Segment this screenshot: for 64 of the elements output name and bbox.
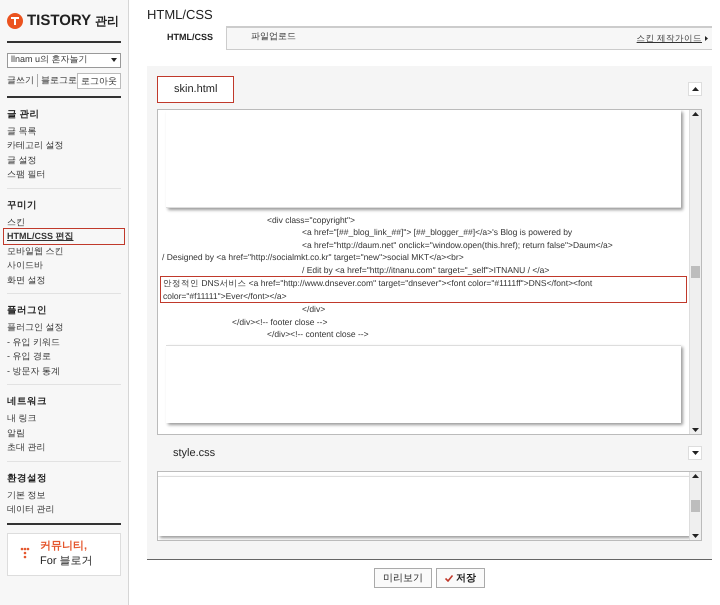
banner-title: 커뮤니티, <box>40 539 88 554</box>
sidebar-item[interactable]: 초대 관리 <box>7 440 121 454</box>
brand-suffix: 관리 <box>95 13 120 30</box>
sidebar-item[interactable]: 스킨 <box>7 214 121 229</box>
code-line: <a href="http://daum.net" onclick="window.open(this.href); return false">Daum</a> <box>301 238 614 251</box>
sidebar-section-title: 플러그인 <box>7 304 48 318</box>
scroll-thumb[interactable] <box>691 266 700 278</box>
sidebar-section-title: 글 관리 <box>7 108 41 122</box>
blog-select[interactable]: llnam u의 혼자놀기 <box>7 52 121 68</box>
code-editor[interactable] <box>157 108 702 434</box>
collapse-icon[interactable] <box>688 82 702 96</box>
sidebar-item[interactable]: 화면 설정 <box>7 272 121 287</box>
code-line: / Edit by <a href="http://itnanu.com" target="_self">ITNANU / </a> <box>301 264 550 276</box>
quick-link[interactable]: 블로그로 <box>38 74 77 88</box>
guide-link[interactable]: 스킨 제작가이드 <box>636 32 705 45</box>
code-line: </div> <box>301 303 326 316</box>
scroll-up-icon[interactable] <box>692 474 699 478</box>
community-banner[interactable]: 커뮤니티, For 블로거 <box>7 532 121 576</box>
sidebar-section-title: 꾸미기 <box>7 198 38 212</box>
sidebar-item[interactable]: 사이드바 <box>7 258 121 272</box>
sidebar-section-title: 환경설정 <box>7 472 48 486</box>
logo-icon <box>7 13 23 30</box>
scrollbar[interactable] <box>689 110 701 434</box>
sidebar-item[interactable]: 데이터 관리 <box>7 502 121 516</box>
logout-button[interactable]: 로그아웃 <box>77 72 121 88</box>
code-line: / Designed by <a href="http://socialmkt.co.kr" target="new">social MKT</a><br> <box>162 251 465 264</box>
sidebar-item[interactable]: 글 설정 <box>7 152 121 167</box>
sidebar-item[interactable]: 기본 정보 <box>7 488 121 502</box>
tab[interactable]: 파일업로드 <box>227 25 320 49</box>
sidebar-item[interactable]: - 유입 키워드 <box>7 334 121 349</box>
page-title: HTML/CSS <box>147 6 214 24</box>
expand-icon[interactable] <box>688 446 702 460</box>
sidebar-item[interactable]: 글 목록 <box>7 124 121 138</box>
sidebar-item[interactable]: 내 링크 <box>7 411 121 426</box>
sidebar-section-title: 네트워크 <box>7 395 48 409</box>
scroll-down-icon[interactable] <box>692 428 699 432</box>
sidebar-item[interactable]: 스팸 필터 <box>7 167 121 182</box>
preview-button[interactable]: 미리보기 <box>374 568 432 588</box>
sidebar-item[interactable]: HTML/CSS 편집 <box>4 229 124 244</box>
sidebar-item[interactable]: 알림 <box>7 426 121 440</box>
file-name: style.css <box>172 446 216 460</box>
code-line: <div class="copyright"> <box>266 214 356 226</box>
sidebar-item[interactable]: - 방문자 통계 <box>7 364 121 378</box>
scroll-down-icon[interactable] <box>692 534 699 538</box>
file-name: skin.html <box>157 76 234 102</box>
save-button[interactable]: 저장 <box>436 568 485 588</box>
sidebar-item[interactable]: 카테고리 설정 <box>7 138 121 152</box>
code-line: <a href="[##_blog_link_##]"> [##_blogger_##]</a>'s Blog is powered by <box>301 226 574 238</box>
dots-icon <box>20 547 30 561</box>
code-line: </div><!-- content close --> <box>266 328 370 340</box>
scroll-thumb[interactable] <box>691 500 700 512</box>
check-icon <box>445 574 453 582</box>
scroll-up-icon[interactable] <box>692 112 699 116</box>
banner-subtitle: For 블로거 <box>40 554 93 569</box>
brand-name: TISTORY <box>27 11 92 31</box>
sidebar-item[interactable]: - 유입 경로 <box>7 349 121 364</box>
dropdown-icon <box>111 58 117 62</box>
quick-link[interactable]: 글쓰기 <box>7 74 38 88</box>
sidebar-item[interactable]: 플러그인 설정 <box>7 320 121 334</box>
sidebar-item[interactable]: 모바일웹 스킨 <box>7 244 121 258</box>
caret-icon <box>705 36 708 41</box>
tab[interactable]: HTML/CSS <box>147 26 227 50</box>
code-line: </div><!-- footer close --> <box>231 316 328 328</box>
scrollbar[interactable] <box>689 472 701 540</box>
